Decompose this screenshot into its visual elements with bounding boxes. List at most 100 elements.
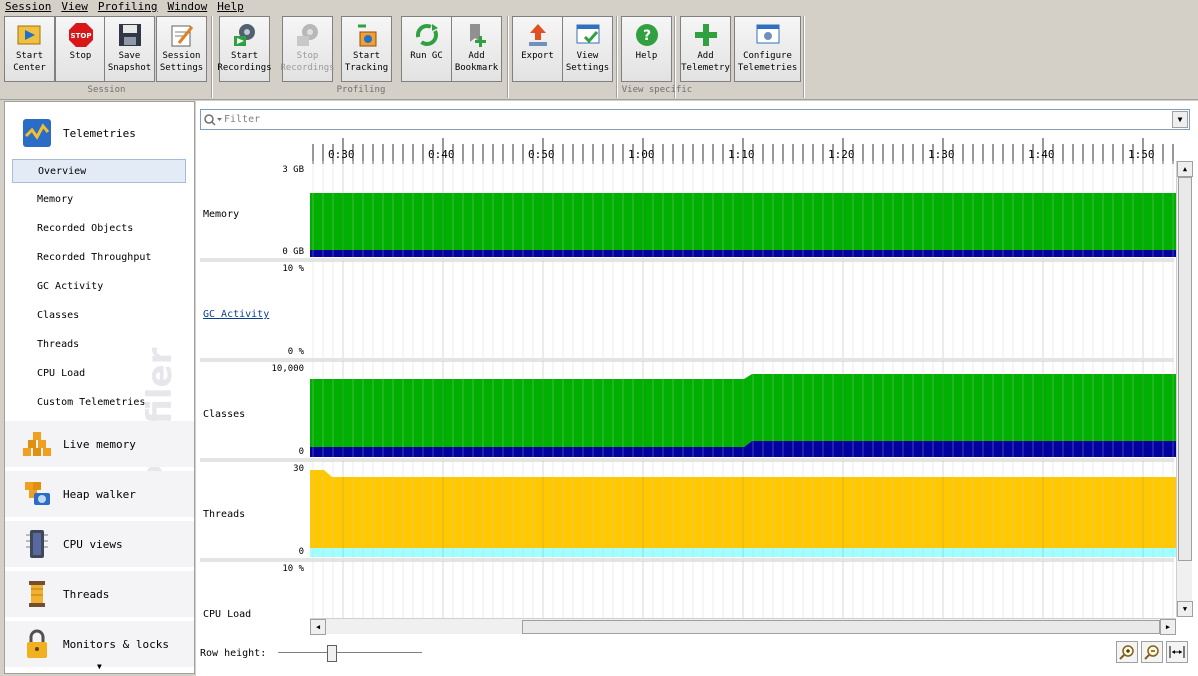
sidebar-item-threads[interactable]: Threads <box>12 333 186 357</box>
toolbar-separator <box>507 16 509 98</box>
classes-axis-max: 10,000 <box>271 364 304 374</box>
horizontal-scrollbar[interactable]: ◀ ▶ <box>310 618 1176 635</box>
threads-axis-max: 30 <box>293 464 304 474</box>
sidebar-section-threads[interactable]: Threads <box>5 571 194 617</box>
lock-icon <box>21 628 53 660</box>
telemetry-overview-panel: Filter ▼ 0:30 0:40 0:50 1:00 1:10 1:20 1… <box>196 101 1198 676</box>
refresh-icon <box>413 21 441 49</box>
run-gc-button[interactable]: Run GC <box>401 16 452 82</box>
configure-telemetries-button[interactable]: Configure Telemetries <box>734 16 801 82</box>
sidebar-section-label: Telemetries <box>63 126 136 140</box>
export-icon <box>524 21 552 49</box>
row-height-label: Row height: <box>200 648 267 659</box>
add-bookmark-icon <box>463 21 491 49</box>
sidebar-section-monitors-locks[interactable]: Monitors & locks <box>5 621 194 667</box>
add-bookmark-button[interactable]: Add Bookmark <box>451 16 502 82</box>
sidebar-section-label: Live memory <box>63 437 136 451</box>
cpu-load-chart <box>312 561 1174 618</box>
threads-row-label: Threads <box>203 509 246 520</box>
sidebar-item-gc-activity[interactable]: GC Activity <box>12 275 186 299</box>
heap-walker-icon <box>21 478 53 510</box>
gc-axis-max: 10 % <box>282 264 304 274</box>
horizontal-scroll-thumb[interactable] <box>522 620 1160 634</box>
menu-session[interactable]: Session <box>0 0 56 14</box>
time-tick-label: 1:00 <box>628 148 655 161</box>
menu-view[interactable]: View <box>56 0 93 14</box>
menu-window[interactable]: Window <box>162 0 212 14</box>
sidebar-item-memory[interactable]: Memory <box>12 188 186 212</box>
sidebar-section-label: Heap walker <box>63 487 136 501</box>
stop-icon: STOP <box>67 21 95 49</box>
time-tick-label: 1:40 <box>1028 148 1055 161</box>
row-height-slider-track[interactable] <box>278 652 422 654</box>
start-tracking-label: Start Tracking <box>344 51 389 73</box>
stop-recordings-button[interactable]: Stop Recordings <box>280 16 335 82</box>
menu-help[interactable]: Help <box>212 0 249 14</box>
time-tick-label: 1:30 <box>928 148 955 161</box>
sidebar-item-cpu-load[interactable]: CPU Load <box>12 362 186 386</box>
time-tick-label: 0:40 <box>428 148 455 161</box>
gc-activity-chart <box>312 261 1174 358</box>
start-tracking-button[interactable]: Start Tracking <box>341 16 392 82</box>
gc-activity-link[interactable]: GC Activity <box>203 309 269 320</box>
live-memory-icon <box>21 428 53 460</box>
sidebar-section-heap-walker[interactable]: Heap walker <box>5 471 194 517</box>
start-center-button[interactable]: Start Center <box>4 16 55 82</box>
help-label: Help <box>635 51 658 61</box>
vertical-scroll-thumb[interactable] <box>1178 177 1192 561</box>
classes-telemetry-row[interactable]: 10,000 Classes 0 <box>200 361 1176 462</box>
toolbar-group-view-specific: View specific <box>621 85 693 95</box>
view-settings-label: View Settings <box>565 51 610 73</box>
gc-activity-telemetry-row[interactable]: 10 % GC Activity 0 % <box>200 261 1174 362</box>
filter-field[interactable]: Filter ▼ <box>200 109 1190 130</box>
save-snapshot-button[interactable]: Save Snapshot <box>104 16 155 82</box>
start-recordings-button[interactable]: Start Recordings <box>217 16 272 82</box>
scroll-left-icon[interactable]: ◀ <box>310 619 326 635</box>
sidebar-item-recorded-throughput[interactable]: Recorded Throughput <box>12 246 186 270</box>
add-telemetry-label: Add Telemetry <box>681 51 730 73</box>
cpu-load-telemetry-row[interactable]: 10 % CPU Load <box>200 561 1174 618</box>
sidebar-item-overview[interactable]: Overview <box>12 159 186 183</box>
run-gc-label: Run GC <box>410 51 443 61</box>
zoom-out-button[interactable] <box>1141 641 1163 663</box>
scroll-down-icon[interactable]: ▼ <box>1177 601 1193 617</box>
sidebar-section-telemetries[interactable]: Telemetries <box>5 110 194 156</box>
session-settings-button[interactable]: Session Settings <box>156 16 207 82</box>
toolbar-group-profiling: Profiling <box>336 85 386 95</box>
sidebar-section-cpu-views[interactable]: CPU views <box>5 521 194 567</box>
view-settings-icon <box>574 21 602 49</box>
view-settings-button[interactable]: View Settings <box>562 16 613 82</box>
row-height-slider-thumb[interactable] <box>327 645 337 662</box>
session-settings-icon <box>168 21 196 49</box>
sidebar-section-label: Monitors & locks <box>63 637 169 651</box>
zoom-in-button[interactable] <box>1116 641 1138 663</box>
sidebar-item-recorded-objects[interactable]: Recorded Objects <box>12 217 186 241</box>
time-tick-label: 1:50 <box>1128 148 1155 161</box>
time-tick-label: 0:30 <box>328 148 355 161</box>
scroll-down-icon[interactable]: ▼ <box>97 662 102 671</box>
menu-profiling[interactable]: Profiling <box>93 0 163 14</box>
scroll-right-icon[interactable]: ▶ <box>1160 619 1176 635</box>
save-snapshot-label: Save Snapshot <box>107 51 152 73</box>
memory-axis-max: 3 GB <box>282 165 304 175</box>
vertical-scrollbar[interactable]: ▲ ▼ <box>1176 161 1193 617</box>
export-button[interactable]: Export <box>512 16 563 82</box>
svg-text:STOP: STOP <box>70 32 91 40</box>
chevron-down-icon[interactable]: ▼ <box>1172 111 1188 128</box>
stop-label: Stop <box>69 51 92 61</box>
sidebar-section-live-memory[interactable]: Live memory <box>5 421 194 467</box>
classes-axis-min: 0 <box>298 447 304 457</box>
sidebar-item-classes[interactable]: Classes <box>12 304 186 328</box>
add-bookmark-label: Add Bookmark <box>454 51 499 73</box>
scroll-up-icon[interactable]: ▲ <box>1177 161 1193 177</box>
sidebar-item-custom-telemetries[interactable]: Custom Telemetries <box>12 391 186 415</box>
memory-telemetry-row[interactable]: 3 GB Memory 0 GB <box>200 161 1176 262</box>
fit-to-width-button[interactable] <box>1166 641 1188 663</box>
help-button[interactable]: ? Help <box>621 16 672 82</box>
add-telemetry-button[interactable]: Add Telemetry <box>680 16 731 82</box>
fit-width-icon <box>1169 646 1185 658</box>
classes-row-label: Classes <box>203 409 246 420</box>
stop-button[interactable]: STOP Stop <box>55 16 106 82</box>
export-label: Export <box>521 51 554 61</box>
threads-telemetry-row[interactable]: 30 Threads 0 <box>200 461 1176 562</box>
